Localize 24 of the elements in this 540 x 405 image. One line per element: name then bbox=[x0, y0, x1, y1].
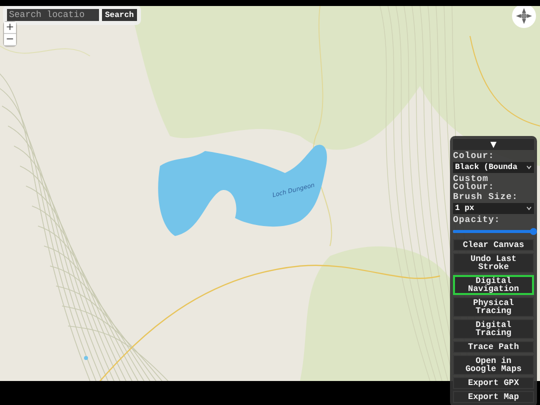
chevron-down-icon bbox=[526, 206, 532, 211]
panel-button[interactable]: Physical Tracing bbox=[453, 297, 534, 317]
colour-select[interactable]: Black (Bounda bbox=[453, 162, 534, 173]
opacity-thumb[interactable] bbox=[530, 228, 537, 235]
panel-button[interactable]: Digital Navigation bbox=[453, 275, 534, 295]
opacity-slider[interactable] bbox=[453, 230, 534, 233]
panel-button[interactable]: Clear Canvas bbox=[453, 239, 534, 251]
zoom-in-button[interactable]: + bbox=[4, 22, 16, 34]
panel-button[interactable]: Export Map bbox=[453, 391, 534, 403]
panel-button[interactable]: Undo Last Stroke bbox=[453, 253, 534, 273]
compass-arrows-icon bbox=[515, 7, 533, 25]
chevron-down-icon bbox=[526, 165, 532, 170]
collapse-button[interactable]: ▼ bbox=[453, 139, 534, 150]
colour-label: Colour: bbox=[453, 152, 496, 160]
custom-colour-label: Custom Colour: bbox=[453, 175, 496, 191]
search-field[interactable]: Search locatio bbox=[7, 9, 99, 21]
opacity-label: Opacity: bbox=[453, 216, 502, 224]
panel-button[interactable]: Digital Tracing bbox=[453, 319, 534, 339]
search-button[interactable]: Search bbox=[102, 9, 137, 21]
panel-button[interactable]: Trace Path bbox=[453, 341, 534, 353]
brush-size-label: Brush Size: bbox=[453, 193, 519, 201]
panel-button[interactable]: Export GPX bbox=[453, 377, 534, 389]
brush-size-select[interactable]: 1 px bbox=[453, 203, 534, 214]
panel-button[interactable]: Open in Google Maps bbox=[453, 355, 534, 375]
